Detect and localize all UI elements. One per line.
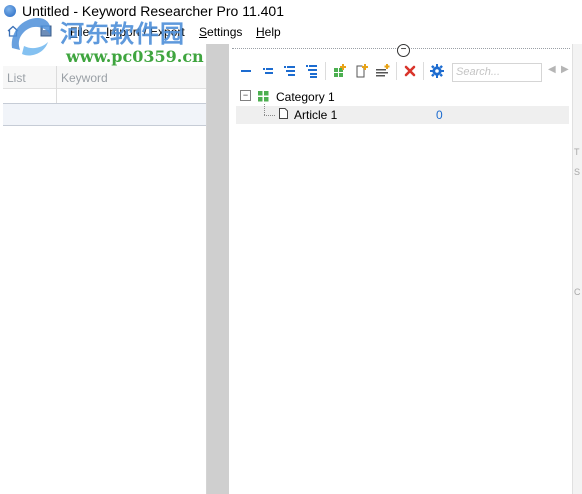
tree-connector [264,104,265,115]
tree-connector [264,115,275,116]
watermark-logo [11,18,51,56]
toolbar-separator [423,62,424,80]
article-keyword-count: 0 [436,108,443,122]
edge-label: S [574,167,581,177]
watermark-url: www.pc0359.cn [66,47,204,66]
document-icon [279,108,288,119]
menu-settings[interactable]: Settings [199,25,242,39]
edge-label: C [574,287,581,297]
outline-level-1-icon[interactable] [238,63,254,79]
column-header-list[interactable]: List [7,71,26,85]
outline-level-2-icon[interactable] [260,63,276,79]
tree-category-label[interactable]: Category 1 [276,90,335,104]
collapse-category-button[interactable]: − [240,90,251,101]
delete-icon[interactable] [402,63,418,79]
grid-new-row[interactable] [3,103,206,126]
insert-text-icon[interactable] [375,63,391,79]
search-box [452,63,542,82]
collapse-toolbar-button[interactable]: − [397,44,410,57]
right-edge-panel [572,44,582,494]
search-next-icon[interactable]: ▶ [561,64,569,75]
outline-level-4-icon[interactable] [304,63,320,79]
add-category-icon[interactable] [332,63,348,79]
category-icon [258,91,269,102]
search-previous-icon[interactable]: ◀ [548,64,556,75]
search-input[interactable] [453,64,540,80]
tree-article-label[interactable]: Article 1 [294,108,337,122]
add-article-icon[interactable] [354,63,370,79]
panel-splitter[interactable] [207,44,229,494]
menu-help[interactable]: Help [256,25,281,39]
gear-icon[interactable] [429,63,445,79]
edge-label: T [574,147,580,157]
watermark-site-name: 河东软件园 [60,20,185,48]
column-header-keyword[interactable]: Keyword [61,71,108,85]
outline-level-3-icon[interactable] [282,63,298,79]
toolbar-separator [325,62,326,80]
toolbar-separator [396,62,397,80]
